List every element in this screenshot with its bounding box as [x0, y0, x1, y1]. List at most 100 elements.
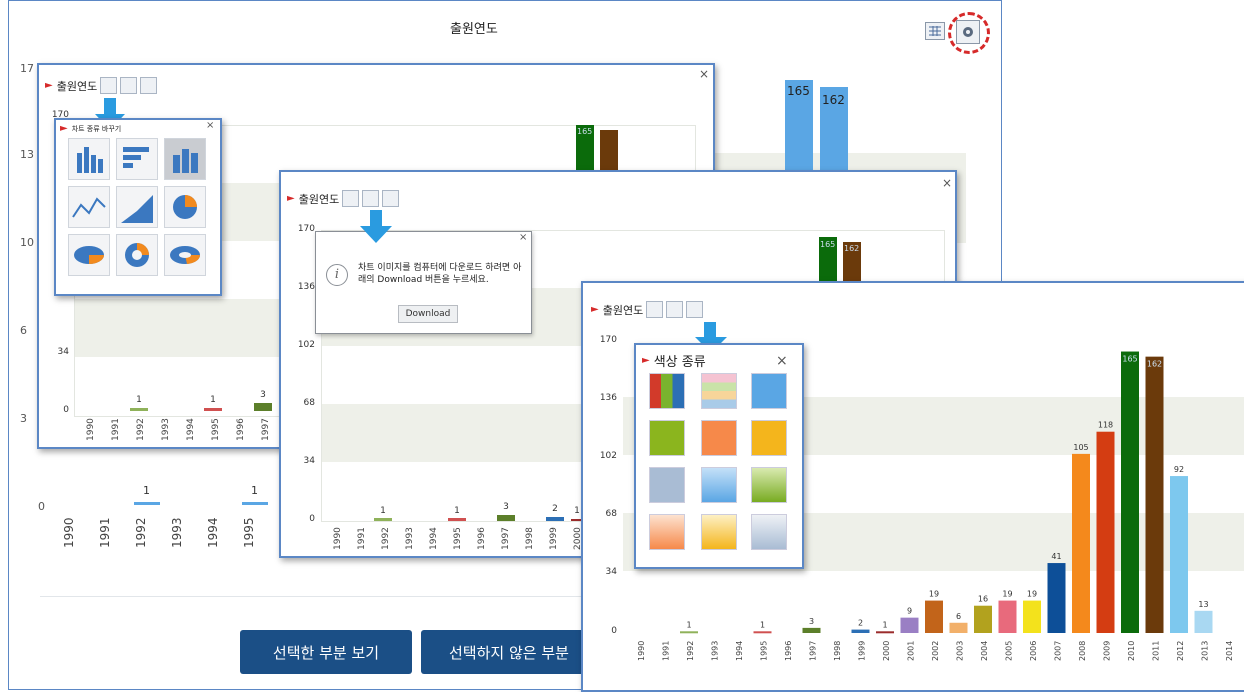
- bar-2011: [1145, 356, 1164, 633]
- line-chart-icon[interactable]: [68, 186, 110, 228]
- panel2-bar-2000: [571, 519, 581, 521]
- slate-swatch[interactable]: [649, 467, 685, 503]
- main-bar-1995: [242, 502, 268, 505]
- bar-label-2012: 92: [1174, 465, 1184, 474]
- chart-type-popup-title: 차트 종류 바꾸기: [71, 124, 122, 133]
- x-tick-2012: 2012: [1176, 641, 1185, 661]
- bar-label-1997: 3: [809, 617, 814, 626]
- green-swatch[interactable]: [649, 420, 685, 456]
- chart-type-popup-header: ► 차트 종류 바꾸기: [60, 123, 121, 134]
- settings-highlight-circle: [948, 12, 990, 54]
- panel2-marker-icon: ►: [287, 193, 295, 204]
- panel2-xtick-4: 1994: [429, 527, 439, 550]
- vertical-bar-chart-icon[interactable]: [68, 138, 110, 180]
- chart-type-popup-close-icon[interactable]: ×: [206, 120, 214, 131]
- x-tick-2006: 2006: [1029, 641, 1038, 661]
- blue-swatch[interactable]: [751, 373, 787, 409]
- download-message: 차트 이미지를 컴퓨터에 다운로드 하려면 아래의 Download 버튼을 누…: [358, 263, 522, 285]
- main-bar-label-1995: 1: [251, 484, 258, 497]
- donut3d-svg: [170, 246, 201, 264]
- pie-svg: [173, 195, 197, 219]
- panel2-xtick-1: 1991: [357, 527, 367, 550]
- bar-1999: [851, 629, 870, 633]
- panel2-image-download-button-icon[interactable]: [362, 190, 380, 207]
- image-download-button-icon[interactable]: [120, 77, 138, 94]
- panel1-ytick-2: 0: [63, 405, 69, 415]
- amber-swatch[interactable]: [751, 420, 787, 456]
- panel1-xtick-5: 1995: [211, 418, 221, 441]
- 3d-bar-chart-icon[interactable]: [164, 138, 206, 180]
- panel2-ytick-3: 68: [303, 398, 315, 408]
- panel2-chart-type-button-icon[interactable]: [342, 190, 360, 207]
- bar-2007: [1047, 563, 1066, 633]
- panel2-bar-1997: [497, 515, 515, 521]
- x-tick-2007: 2007: [1054, 641, 1063, 661]
- bar-2000: [876, 631, 894, 634]
- bar-label-2005: 19: [1002, 590, 1012, 599]
- bar-label-2011: 162: [1147, 360, 1162, 369]
- area-chart-icon[interactable]: [116, 186, 158, 228]
- donut-chart-icon[interactable]: [116, 234, 158, 276]
- color-popup-close-icon[interactable]: ×: [776, 353, 788, 369]
- yellow-gradient-swatch[interactable]: [701, 514, 737, 550]
- panel2-ytick-2: 102: [297, 340, 315, 350]
- download-popup-close-icon[interactable]: ×: [519, 232, 527, 243]
- orange-swatch[interactable]: [701, 420, 737, 456]
- panel2-close-icon[interactable]: ×: [942, 176, 952, 190]
- bar-1992: [680, 631, 698, 634]
- horizontal-bar-chart-icon[interactable]: [116, 138, 158, 180]
- panel2-xtick-2: 1992: [381, 527, 391, 550]
- orange-gradient-swatch[interactable]: [649, 514, 685, 550]
- arrow-down-icon-3: [704, 322, 716, 338]
- panel2-label-1992: 1: [380, 506, 386, 516]
- main-bar-label-1992: 1: [143, 484, 150, 497]
- panel1-xtick-7: 1997: [261, 418, 271, 441]
- panel1-xtick-6: 1996: [236, 418, 246, 441]
- bar-1997: [802, 627, 821, 633]
- main-ytick-1: 13: [20, 148, 34, 161]
- blue-gradient-swatch[interactable]: [701, 467, 737, 503]
- bar-2001: [900, 617, 919, 633]
- 3d-pie-chart-icon[interactable]: [68, 234, 110, 276]
- panel1-label-2010: 165: [577, 127, 593, 136]
- x-tick-2001: 2001: [907, 641, 916, 661]
- table-view-icon[interactable]: [925, 22, 945, 40]
- panel2-color-brush-button-icon[interactable]: [382, 190, 400, 207]
- bar-label-2010: 165: [1122, 355, 1137, 364]
- x-tick-1991: 1991: [662, 641, 671, 661]
- panel2-ytick-0: 170: [297, 224, 315, 234]
- panel2-ytick-1: 136: [297, 282, 315, 292]
- gray-gradient-swatch[interactable]: [751, 514, 787, 550]
- chart-type-popup: ► 차트 종류 바꾸기 ×: [54, 118, 222, 296]
- hbar-svg: [123, 147, 149, 168]
- panel2-xtick-8: 1998: [525, 527, 535, 550]
- bar-label-2001: 9: [907, 607, 912, 616]
- x-tick-2008: 2008: [1078, 641, 1087, 661]
- multi-color-palette-swatch[interactable]: [649, 373, 685, 409]
- view-selected-button[interactable]: 선택한 부분 보기: [240, 630, 412, 674]
- green-gradient-swatch[interactable]: [751, 467, 787, 503]
- color-brush-button-icon[interactable]: [140, 77, 158, 94]
- bar-2009: [1096, 431, 1115, 633]
- bar-label-1999: 2: [858, 619, 863, 628]
- panel1-header: ► 출원연도: [45, 77, 158, 94]
- panel2-label-1999: 2: [552, 504, 558, 514]
- panel1-label-1997: 3: [260, 390, 266, 400]
- pastel-palette-swatch[interactable]: [701, 373, 737, 409]
- main-bar-1992: [134, 502, 160, 505]
- x-tick-1998: 1998: [833, 641, 842, 661]
- bar-label-1995: 1: [760, 620, 765, 629]
- main-bar-label-2010: 165: [787, 84, 810, 98]
- 3d-donut-chart-icon[interactable]: [164, 234, 206, 276]
- main-ytick-2: 10: [20, 236, 34, 249]
- x-tick-1995: 1995: [760, 641, 769, 661]
- panel1-close-icon[interactable]: ×: [699, 67, 709, 81]
- pie-chart-icon[interactable]: [164, 186, 206, 228]
- panel2-ytick-4: 34: [303, 456, 315, 466]
- panel2-label-1997: 3: [503, 502, 509, 512]
- color-popup-header: ► 색상 종류: [642, 351, 706, 370]
- download-button[interactable]: Download: [398, 305, 458, 323]
- chart-type-button-icon[interactable]: [100, 77, 118, 94]
- bar-label-2003: 6: [956, 612, 961, 621]
- donut-svg: [125, 243, 149, 267]
